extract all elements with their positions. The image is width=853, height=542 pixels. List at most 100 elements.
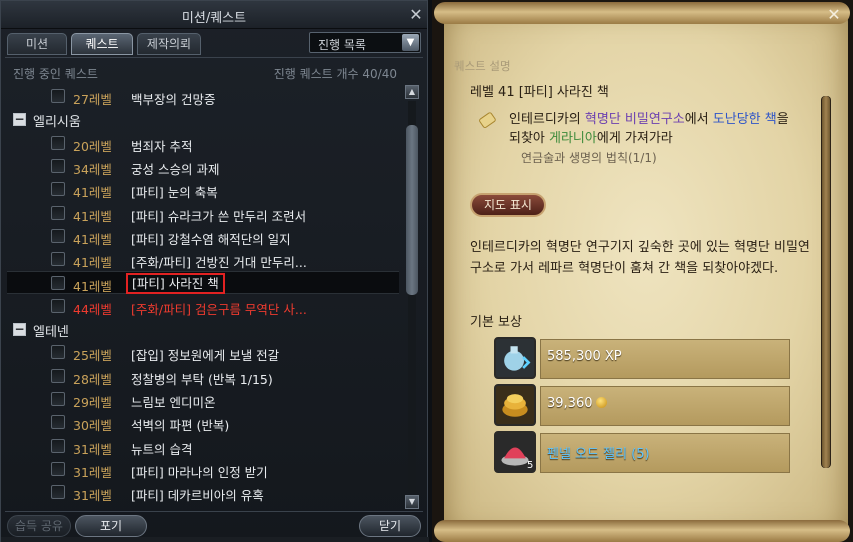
quest-row[interactable]: 41레벨 [주화/파티] 건방진 거대 만두리... [7, 248, 399, 271]
quest-level: 31레벨 [73, 488, 112, 504]
chevron-down-icon[interactable]: ▼ [402, 34, 419, 51]
scroll-icon [479, 112, 496, 129]
quest-row[interactable]: 27레벨 백부장의 건망증 [7, 85, 399, 108]
quest-level: 44레벨 [73, 301, 112, 317]
window-title: 미션/퀘스트 [181, 11, 247, 26]
region-group-header[interactable]: − 엘테넨 [7, 318, 399, 341]
close-icon[interactable]: ✕ [825, 5, 843, 24]
detail-scroll-thumb[interactable] [822, 96, 830, 468]
track-checkbox[interactable] [51, 182, 65, 197]
track-checkbox[interactable] [51, 391, 65, 406]
kinah-icon [595, 397, 607, 408]
track-checkbox[interactable] [51, 438, 65, 453]
quest-name: [주화/파티] 건방진 거대 만두리... [131, 255, 307, 271]
quest-name: [파티] 슈라크가 쓴 만두리 조련서 [131, 208, 307, 224]
quest-level: 29레벨 [73, 394, 112, 410]
track-checkbox[interactable] [51, 485, 65, 500]
close-icon[interactable]: ✕ [407, 6, 425, 24]
quest-row[interactable]: 31레벨 [파티] 마라나의 인정 받기 [7, 458, 399, 481]
quest-name: [주화/파티] 검은구름 무역단 사... [131, 301, 307, 317]
quest-name: [파티] 마라나의 인정 받기 [131, 464, 268, 480]
kinah-amount: 39,360 [547, 396, 593, 411]
progress-filter-label: 진행 목록 [318, 38, 366, 52]
share-button[interactable]: 습득 공유 [7, 515, 71, 537]
quest-level: 41레벨 [73, 279, 112, 295]
section-title: 퀘스트 설명 [454, 59, 511, 73]
quest-name: [잡입] 정보원에게 보낼 전갈 [131, 348, 280, 364]
detail-scrollbar[interactable] [821, 96, 831, 468]
tab-mission[interactable]: 미션 [7, 33, 67, 55]
collapse-icon[interactable]: − [13, 323, 26, 336]
scroll-down-icon[interactable]: ▼ [405, 495, 419, 509]
quest-level: 25레벨 [73, 348, 112, 364]
objective-text: 에게 가져가라 [596, 131, 673, 146]
abandon-button[interactable]: 포기 [75, 515, 147, 537]
track-checkbox[interactable] [51, 205, 65, 220]
xp-potion-icon [494, 337, 536, 379]
progress-filter-select[interactable]: 진행 목록 ▼ [309, 32, 421, 53]
objective-text: 인테르디카의 [509, 112, 585, 127]
tab-craft-request[interactable]: 제작의뢰 [137, 33, 201, 55]
objective-location[interactable]: 혁명단 비밀연구소 [585, 112, 685, 127]
objective-npc[interactable]: 게라니아 [549, 131, 597, 146]
reward-item-name: 펜넬 오드 젤리 (5) [547, 447, 650, 462]
reward-kinah[interactable]: 39,360 [494, 384, 790, 426]
track-checkbox[interactable] [51, 89, 65, 103]
scroll-up-icon[interactable]: ▲ [405, 85, 419, 99]
collapse-icon[interactable]: − [13, 113, 26, 127]
tab-quest[interactable]: 퀘스트 [71, 33, 133, 55]
quest-row[interactable]: 41레벨 [파티] 눈의 축복 [7, 178, 399, 201]
quest-level: 30레벨 [73, 418, 112, 434]
quest-row[interactable]: 30레벨 석벽의 파편 (반복) [7, 411, 399, 434]
reward-item[interactable]: 5 펜넬 오드 젤리 (5) [494, 431, 790, 473]
track-checkbox[interactable] [51, 461, 65, 476]
show-map-button[interactable]: 지도 표시 [470, 193, 546, 217]
quest-row[interactable]: 29레벨 느림보 엔디미온 [7, 388, 399, 411]
track-checkbox[interactable] [51, 158, 65, 173]
track-checkbox[interactable] [51, 135, 65, 150]
quest-row[interactable]: 20레벨 범죄자 추적 [7, 132, 399, 155]
close-button[interactable]: 닫기 [359, 515, 421, 537]
track-checkbox[interactable] [51, 415, 65, 430]
sub-objective: 연금술과 생명의 법칙(1/1) [521, 151, 657, 165]
quest-list: 27레벨 백부장의 건망증 − 엘리시움 20레벨 범죄자 추적 34레벨 궁성 스승의 과제… [7, 85, 399, 509]
in-progress-label: 진행 중인 퀘스트 [13, 67, 98, 81]
quest-name: 석벽의 파편 (반복) [131, 418, 230, 434]
region-name: 엘테넨 [33, 325, 69, 340]
track-checkbox[interactable] [51, 252, 65, 267]
quest-name: [파티] 데카르비아의 유혹 [131, 488, 264, 504]
quest-level: 28레벨 [73, 371, 112, 387]
track-checkbox[interactable] [51, 276, 65, 291]
quest-level: 34레벨 [73, 161, 112, 177]
title-bar[interactable]: 미션/퀘스트 ✕ [1, 1, 427, 29]
track-checkbox[interactable] [51, 368, 65, 383]
quest-row[interactable]: 34레벨 궁성 스승의 과제 [7, 155, 399, 178]
reward-xp[interactable]: 585,300 XP [494, 337, 790, 379]
quest-row[interactable]: 41레벨 [파티] 강철수염 해적단의 일지 [7, 225, 399, 248]
quest-level: 41레벨 [73, 208, 112, 224]
quest-name: 범죄자 추적 [131, 138, 193, 154]
coin-pile-icon [494, 384, 536, 426]
divider [5, 511, 423, 512]
quest-level: 31레벨 [73, 464, 112, 480]
quest-row[interactable]: 25레벨 [잡입] 정보원에게 보낼 전갈 [7, 341, 399, 364]
quest-row-selected[interactable]: 41레벨 [파티] 사라진 책 [7, 271, 399, 295]
quest-level: 27레벨 [73, 92, 112, 107]
track-checkbox[interactable] [51, 298, 65, 313]
track-checkbox[interactable] [51, 345, 65, 360]
quest-name: [파티] 사라진 책 [126, 273, 225, 295]
quest-name: [파티] 눈의 축복 [131, 185, 218, 201]
scroll-thumb[interactable] [406, 125, 418, 295]
quest-row[interactable]: 28레벨 정찰병의 부탁 (반복 1/15) [7, 365, 399, 388]
quest-row[interactable]: 31레벨 [파티] 데카르비아의 유혹 [7, 481, 399, 504]
quest-level: 31레벨 [73, 441, 112, 457]
region-group-header[interactable]: − 엘리시움 [7, 108, 399, 131]
objective-item[interactable]: 도난당한 책 [713, 112, 777, 127]
quest-row[interactable]: 31레벨 뉴트의 습격 [7, 435, 399, 458]
quest-name: 뉴트의 습격 [131, 441, 193, 457]
track-checkbox[interactable] [51, 228, 65, 243]
divider [5, 57, 423, 58]
quest-row[interactable]: 41레벨 [파티] 슈라크가 쓴 만두리 조련서 [7, 202, 399, 225]
quest-list-scrollbar[interactable]: ▲ ▼ [405, 85, 419, 509]
quest-row[interactable]: 44레벨 [주화/파티] 검은구름 무역단 사... [7, 295, 399, 318]
